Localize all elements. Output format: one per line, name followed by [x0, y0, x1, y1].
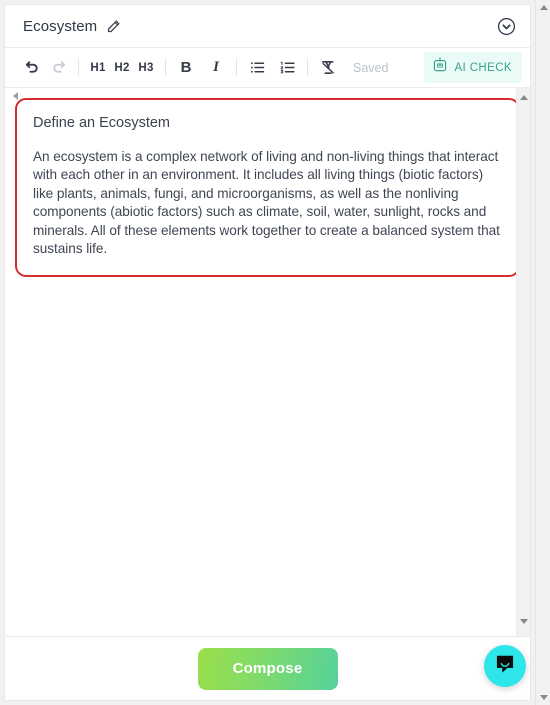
heading-1-button[interactable]: H1 [86, 55, 110, 81]
chat-bubble-icon [494, 653, 516, 680]
editor-toolbar: H1 H2 H3 B I Saved AI CHECK [5, 48, 530, 88]
editor-scroll-down-arrow[interactable] [517, 614, 530, 628]
redo-button[interactable] [45, 55, 71, 81]
bullet-list-button[interactable] [244, 55, 270, 81]
triangle-up-icon [539, 5, 548, 10]
block-paragraph: An ecosystem is a complex network of liv… [33, 148, 500, 257]
italic-button[interactable]: I [203, 55, 229, 81]
save-status: Saved [353, 60, 389, 75]
triangle-up-icon [520, 94, 528, 100]
triangle-left-icon [12, 92, 18, 100]
bold-button[interactable]: B [173, 55, 199, 81]
toolbar-divider [307, 59, 308, 76]
editor-scrollbar[interactable] [516, 88, 530, 636]
document-card: Ecosystem H1 H2 H3 B I Saved AI CHECK De… [4, 4, 531, 637]
page-title: Ecosystem [23, 17, 98, 35]
editor-body[interactable]: Define an Ecosystem An ecosystem is a co… [5, 88, 530, 636]
editor-scrollbar-thumb[interactable] [519, 106, 529, 606]
numbered-list-button[interactable] [274, 55, 300, 81]
editor-scroll-up-arrow[interactable] [517, 90, 530, 104]
clear-formatting-button[interactable] [315, 55, 341, 81]
ai-check-label: AI CHECK [454, 61, 512, 74]
footer-bar: Compose [4, 637, 531, 701]
compose-button[interactable]: Compose [197, 647, 338, 690]
page-scrollbar-thumb[interactable] [538, 16, 549, 656]
page-scroll-up-arrow[interactable] [536, 0, 550, 15]
undo-button[interactable] [19, 55, 45, 81]
app-root: Ecosystem H1 H2 H3 B I Saved AI CHECK De… [0, 0, 550, 705]
chevron-down-circle-icon[interactable] [497, 17, 516, 36]
page-scroll-down-arrow[interactable] [536, 690, 550, 705]
triangle-down-icon [520, 618, 528, 624]
toolbar-divider [78, 59, 79, 76]
heading-3-button[interactable]: H3 [134, 55, 158, 81]
robot-icon [432, 57, 448, 78]
document-header: Ecosystem [5, 5, 530, 48]
selected-content-block[interactable]: Define an Ecosystem An ecosystem is a co… [15, 98, 520, 277]
toolbar-divider [236, 59, 237, 76]
heading-2-button[interactable]: H2 [110, 55, 134, 81]
triangle-down-icon [539, 695, 548, 700]
pencil-icon[interactable] [106, 19, 121, 34]
ai-check-button[interactable]: AI CHECK [424, 52, 522, 83]
chat-launcher-button[interactable] [484, 645, 526, 687]
toolbar-divider [165, 59, 166, 76]
block-heading: Define an Ecosystem [33, 115, 171, 131]
page-scrollbar[interactable] [535, 0, 550, 705]
